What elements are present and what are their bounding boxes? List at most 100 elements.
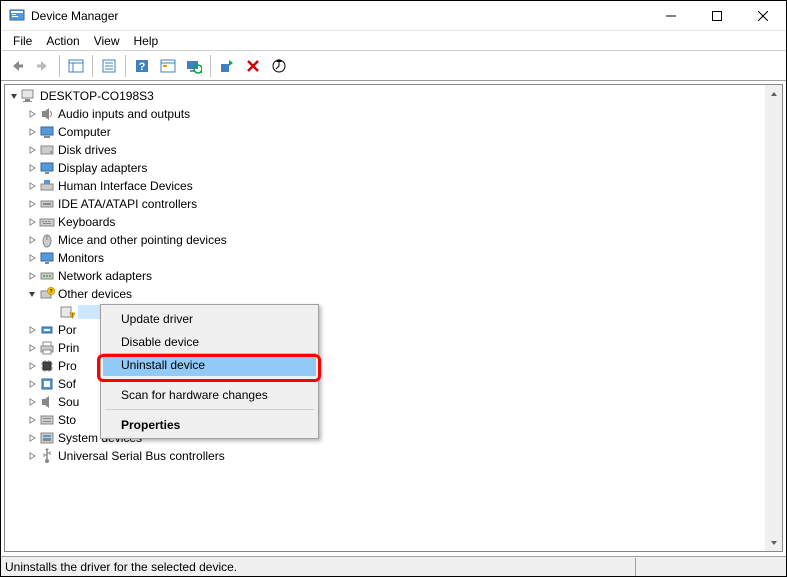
chevron-right-icon[interactable] [25,215,39,229]
tree-item-label: Human Interface Devices [58,179,193,193]
tree-item[interactable]: Audio inputs and outputs [25,105,780,123]
chevron-right-icon[interactable] [25,431,39,445]
tree-item-label: Mice and other pointing devices [58,233,227,247]
disk-icon [39,142,55,158]
tree-root[interactable]: DESKTOP-CO198S3 [7,87,780,105]
update-driver-icon[interactable] [267,54,291,78]
chevron-right-icon[interactable] [25,179,39,193]
tree-item[interactable]: Keyboards [25,213,780,231]
tree-item[interactable]: Human Interface Devices [25,177,780,195]
toolbar-separator [210,55,211,77]
tree-item-label: Universal Serial Bus controllers [58,449,225,463]
action-icon[interactable] [156,54,180,78]
chevron-down-icon[interactable] [7,89,21,103]
tree-item-label: Computer [58,125,111,139]
context-menu-separator [105,409,314,410]
status-separator [635,558,636,576]
menu-action[interactable]: Action [40,32,85,50]
show-hide-console-icon[interactable] [64,54,88,78]
scroll-down-icon[interactable] [765,534,782,551]
tree-item[interactable]: Display adapters [25,159,780,177]
tree-item[interactable]: ?Other devices [25,285,780,303]
chevron-right-icon[interactable] [25,323,39,337]
tree-item-label: Monitors [58,251,104,265]
scroll-up-icon[interactable] [765,85,782,102]
status-bar: Uninstalls the driver for the selected d… [1,556,786,576]
context-menu-scan[interactable]: Scan for hardware changes [103,383,316,406]
chevron-right-icon[interactable] [25,377,39,391]
tree-item[interactable]: Disk drives [25,141,780,159]
context-menu-uninstall[interactable]: Uninstall device [103,353,316,376]
computer-icon [21,88,37,104]
chevron-right-icon[interactable] [25,341,39,355]
context-menu-update[interactable]: Update driver [103,307,316,330]
tree-item[interactable]: Network adapters [25,267,780,285]
enable-icon[interactable] [215,54,239,78]
ide-icon [39,196,55,212]
scan-hardware-icon[interactable] [182,54,206,78]
toolbar-separator [92,55,93,77]
tree-item-label: Display adapters [58,161,147,175]
computer-icon [39,124,55,140]
warning-device-icon: ! [59,304,75,320]
chevron-right-icon[interactable] [25,251,39,265]
tree-item-label: IDE ATA/ATAPI controllers [58,197,197,211]
tree-root-label: DESKTOP-CO198S3 [40,89,154,103]
status-text: Uninstalls the driver for the selected d… [5,560,237,574]
chevron-right-icon[interactable] [25,125,39,139]
forward-button[interactable] [31,54,55,78]
display-icon [39,160,55,176]
tree-item-label: Sto [58,413,76,427]
tree-item[interactable]: Mice and other pointing devices [25,231,780,249]
mouse-icon [39,232,55,248]
tree-item[interactable]: Computer [25,123,780,141]
uninstall-icon[interactable] [241,54,265,78]
chevron-right-icon[interactable] [25,143,39,157]
chevron-right-icon[interactable] [25,269,39,283]
other-icon: ? [39,286,55,302]
close-button[interactable] [740,1,786,31]
monitor-icon [39,250,55,266]
minimize-button[interactable] [648,1,694,31]
tree-item[interactable]: Universal Serial Bus controllers [25,447,780,465]
chevron-down-icon[interactable] [25,287,39,301]
chevron-right-icon[interactable] [25,161,39,175]
chevron-right-icon[interactable] [25,359,39,373]
port-icon [39,322,55,338]
help-icon[interactable]: ? [130,54,154,78]
system-icon [39,430,55,446]
window-title: Device Manager [31,9,648,23]
tree-item-label: Por [58,323,77,337]
chevron-right-icon[interactable] [25,197,39,211]
svg-text:?: ? [49,289,52,295]
speaker-icon [39,106,55,122]
menu-view[interactable]: View [88,32,126,50]
tree-item[interactable]: IDE ATA/ATAPI controllers [25,195,780,213]
back-button[interactable] [5,54,29,78]
chevron-right-icon[interactable] [25,413,39,427]
tree-item-label: Network adapters [58,269,152,283]
chevron-right-icon[interactable] [25,107,39,121]
hid-icon [39,178,55,194]
menu-file[interactable]: File [7,32,38,50]
context-menu-separator [105,379,314,380]
tree-item-label: Sou [58,395,79,409]
menu-help[interactable]: Help [128,32,165,50]
context-menu: Update driverDisable deviceUninstall dev… [100,304,319,439]
chevron-right-icon[interactable] [25,395,39,409]
tree-item-label: Prin [58,341,79,355]
context-menu-disable[interactable]: Disable device [103,330,316,353]
tree-item-label: Audio inputs and outputs [58,107,190,121]
chevron-right-icon[interactable] [25,449,39,463]
tree-item-label: Pro [58,359,77,373]
maximize-button[interactable] [694,1,740,31]
properties-icon[interactable] [97,54,121,78]
vertical-scrollbar[interactable] [765,85,782,551]
tree-item-label: Disk drives [58,143,117,157]
app-icon [9,8,25,24]
chevron-right-icon[interactable] [25,233,39,247]
tree-item-label: Sof [58,377,76,391]
toolbar-separator [59,55,60,77]
context-menu-properties[interactable]: Properties [103,413,316,436]
tree-item[interactable]: Monitors [25,249,780,267]
